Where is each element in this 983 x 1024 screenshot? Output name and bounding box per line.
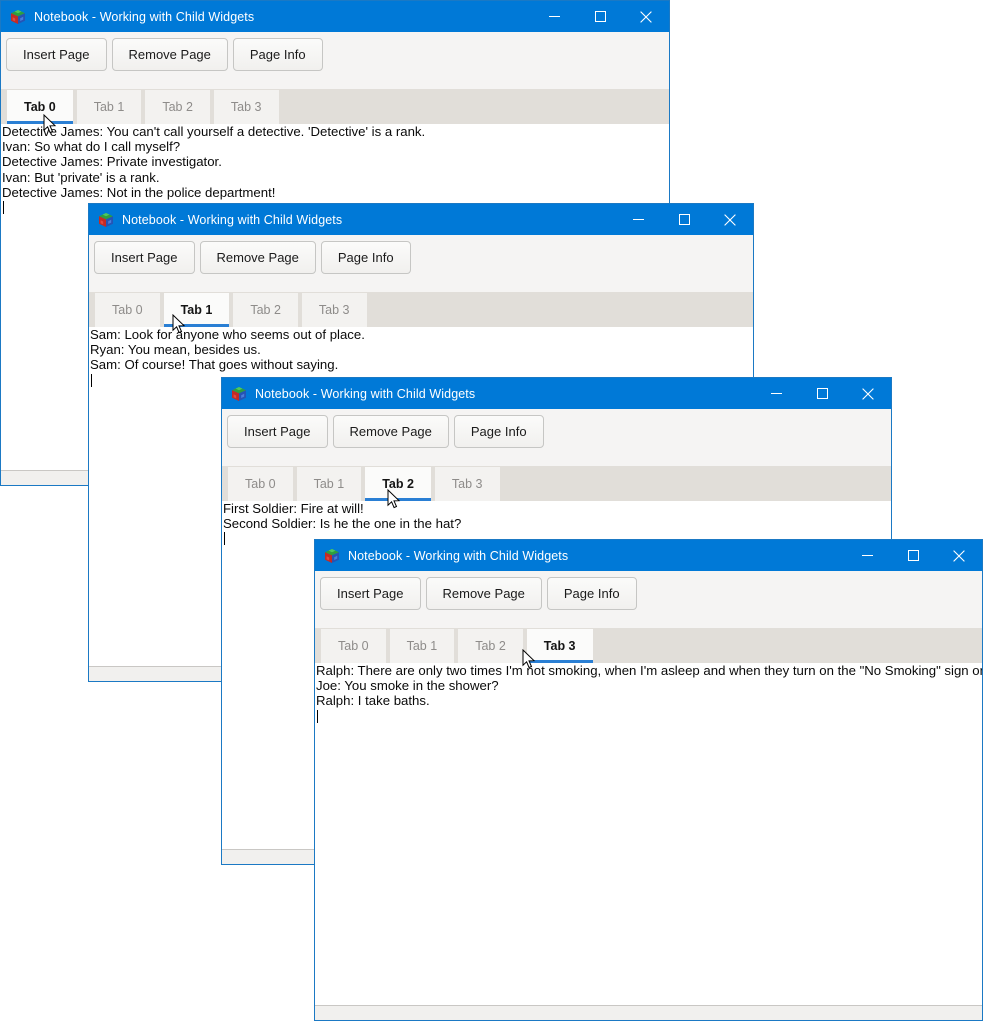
text-line: Detective James: Not in the police depar… bbox=[2, 184, 276, 200]
tab-bar: Tab 0 Tab 1 Tab 2 Tab 3 bbox=[1, 89, 669, 124]
app-icon-cube-blocks-icon bbox=[10, 9, 26, 25]
window-title: Notebook - Working with Child Widgets bbox=[255, 386, 476, 401]
page-text: Ralph: There are only two times I'm not … bbox=[315, 663, 982, 724]
insert-page-button[interactable]: Insert Page bbox=[320, 577, 421, 610]
remove-page-button[interactable]: Remove Page bbox=[332, 415, 449, 448]
tab-tab-2[interactable]: Tab 2 bbox=[365, 467, 431, 501]
tab-tab-3[interactable]: Tab 3 bbox=[213, 90, 279, 124]
page-info-button[interactable]: Page Info bbox=[232, 38, 323, 71]
window-caption-buttons bbox=[615, 204, 753, 235]
toolbar: Insert Page Remove Page Page Info bbox=[89, 235, 753, 280]
caret-bar bbox=[317, 709, 318, 723]
insert-page-button[interactable]: Insert Page bbox=[6, 38, 107, 71]
toolbar-separator bbox=[89, 280, 753, 292]
status-bar bbox=[315, 1005, 982, 1020]
maximize-button[interactable] bbox=[577, 1, 623, 32]
close-button[interactable] bbox=[845, 378, 891, 409]
app-icon-cube-blocks-icon bbox=[324, 548, 340, 564]
tab-tab-0[interactable]: Tab 0 bbox=[321, 629, 386, 663]
text-line: Ivan: But 'private' is a rank. bbox=[2, 169, 160, 185]
minimize-button[interactable] bbox=[615, 204, 661, 235]
caret-bar bbox=[91, 373, 92, 387]
toolbar-separator bbox=[315, 616, 982, 628]
tab-tab-1[interactable]: Tab 1 bbox=[163, 293, 230, 327]
window-title: Notebook - Working with Child Widgets bbox=[348, 548, 569, 563]
maximize-button[interactable] bbox=[799, 378, 845, 409]
tab-tab-1[interactable]: Tab 1 bbox=[389, 629, 455, 663]
minimize-button[interactable] bbox=[844, 540, 890, 571]
title-bar[interactable]: Notebook - Working with Child Widgets bbox=[315, 540, 982, 571]
tab-tab-3[interactable]: Tab 3 bbox=[434, 467, 500, 501]
text-line: Ivan: So what do I call myself? bbox=[2, 139, 181, 155]
close-button[interactable] bbox=[707, 204, 753, 235]
text-caret bbox=[316, 709, 982, 724]
tab-tab-0[interactable]: Tab 0 bbox=[95, 293, 160, 327]
minimize-button[interactable] bbox=[753, 378, 799, 409]
app-icon-cube-blocks-icon bbox=[231, 386, 247, 402]
tab-bar: Tab 0 Tab 1 Tab 2 Tab 3 bbox=[222, 466, 891, 501]
tab-bar: Tab 0 Tab 1 Tab 2 Tab 3 bbox=[315, 628, 982, 663]
maximize-button[interactable] bbox=[890, 540, 936, 571]
page-info-button[interactable]: Page Info bbox=[546, 577, 637, 610]
page-text: Detective James: You can't call yourself… bbox=[1, 124, 669, 215]
caret-bar bbox=[3, 200, 4, 214]
text-line: First Soldier: Fire at will! bbox=[223, 501, 364, 516]
window-caption-buttons bbox=[531, 1, 669, 32]
text-line: Detective James: You can't call yourself… bbox=[2, 124, 426, 139]
remove-page-button[interactable]: Remove Page bbox=[199, 241, 316, 274]
text-line: Ryan: You mean, besides us. bbox=[90, 342, 261, 358]
tab-bar: Tab 0 Tab 1 Tab 2 Tab 3 bbox=[89, 292, 753, 327]
text-line: Second Soldier: Is he the one in the hat… bbox=[223, 516, 462, 532]
toolbar: Insert Page Remove Page Page Info bbox=[222, 409, 891, 454]
text-line: Sam: Look for anyone who seems out of pl… bbox=[90, 327, 365, 342]
title-bar[interactable]: Notebook - Working with Child Widgets bbox=[1, 1, 669, 32]
text-line: Sam: Of course! That goes without saying… bbox=[90, 357, 339, 373]
maximize-button[interactable] bbox=[661, 204, 707, 235]
window-caption-buttons bbox=[844, 540, 982, 571]
toolbar: Insert Page Remove Page Page Info bbox=[1, 32, 669, 77]
tab-tab-3[interactable]: Tab 3 bbox=[526, 629, 593, 663]
desktop-background: Notebook - Working with Child Widgets Ins… bbox=[0, 0, 983, 1024]
insert-page-button[interactable]: Insert Page bbox=[94, 241, 195, 274]
window-caption-buttons bbox=[753, 378, 891, 409]
tab-tab-2[interactable]: Tab 2 bbox=[145, 90, 210, 124]
toolbar-separator bbox=[222, 454, 891, 466]
window-title: Notebook - Working with Child Widgets bbox=[122, 212, 343, 227]
tab-tab-2[interactable]: Tab 2 bbox=[458, 629, 523, 663]
app-icon-cube-blocks-icon bbox=[98, 212, 114, 228]
title-bar[interactable]: Notebook - Working with Child Widgets bbox=[89, 204, 753, 235]
remove-page-button[interactable]: Remove Page bbox=[425, 577, 542, 610]
text-line: Ralph: There are only two times I'm not … bbox=[316, 663, 982, 678]
window-title: Notebook - Working with Child Widgets bbox=[34, 9, 255, 24]
page-info-button[interactable]: Page Info bbox=[453, 415, 544, 448]
notebook-page-content[interactable]: Ralph: There are only two times I'm not … bbox=[315, 663, 982, 1005]
text-line: Detective James: Private investigator. bbox=[2, 154, 222, 170]
toolbar-separator bbox=[1, 77, 669, 89]
tab-tab-2[interactable]: Tab 2 bbox=[233, 293, 298, 327]
toolbar: Insert Page Remove Page Page Info bbox=[315, 571, 982, 616]
insert-page-button[interactable]: Insert Page bbox=[227, 415, 328, 448]
caret-bar bbox=[224, 532, 225, 546]
close-button[interactable] bbox=[936, 540, 982, 571]
tab-tab-0[interactable]: Tab 0 bbox=[228, 467, 293, 501]
text-line: Joe: You smoke in the shower? bbox=[316, 678, 499, 694]
tab-tab-1[interactable]: Tab 1 bbox=[296, 467, 362, 501]
notebook-window-3[interactable]: Notebook - Working with Child Widgets Ins… bbox=[314, 539, 983, 1021]
title-bar[interactable]: Notebook - Working with Child Widgets bbox=[222, 378, 891, 409]
minimize-button[interactable] bbox=[531, 1, 577, 32]
close-button[interactable] bbox=[623, 1, 669, 32]
remove-page-button[interactable]: Remove Page bbox=[111, 38, 228, 71]
text-line: Ralph: I take baths. bbox=[316, 693, 430, 709]
page-info-button[interactable]: Page Info bbox=[320, 241, 411, 274]
tab-tab-0[interactable]: Tab 0 bbox=[7, 90, 73, 124]
tab-tab-1[interactable]: Tab 1 bbox=[76, 90, 142, 124]
tab-tab-3[interactable]: Tab 3 bbox=[301, 293, 367, 327]
